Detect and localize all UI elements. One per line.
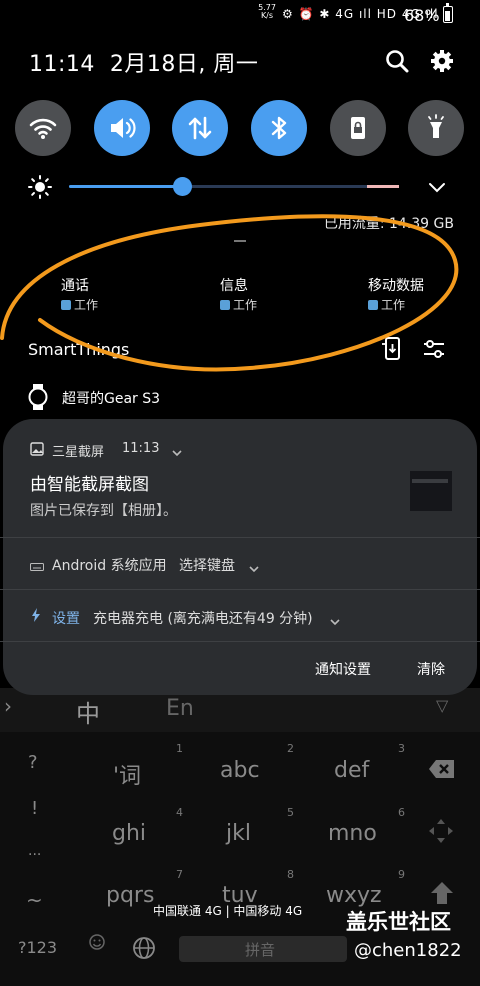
cursor-move-icon[interactable] — [428, 818, 454, 848]
key-5[interactable]: jkl — [226, 821, 251, 846]
image-icon — [30, 441, 44, 460]
brightness-slider-thumb[interactable] — [173, 177, 192, 196]
divider — [0, 537, 480, 538]
gear-device-label[interactable]: 超哥的Gear S3 — [62, 388, 160, 408]
left-key-exclaim[interactable]: ! — [31, 798, 38, 819]
divider — [0, 641, 480, 642]
thumbnail-bar — [412, 479, 448, 483]
notification-time: 11:13 — [122, 441, 160, 456]
key-num: 3 — [398, 742, 405, 755]
expand-chevron-icon[interactable] — [329, 612, 341, 631]
key-num: 8 — [287, 868, 294, 881]
clear-button[interactable]: 清除 — [417, 659, 445, 679]
left-key-question[interactable]: ? — [28, 752, 38, 773]
key-num: 7 — [176, 868, 183, 881]
key-2[interactable]: abc — [220, 758, 260, 783]
chevron-down-icon[interactable] — [428, 180, 446, 199]
status-bar: 5.77 K/s ⚙ ⏰ ✱ 4G ıll HD 4G ıll 68% — [0, 0, 480, 30]
key-num: 2 — [287, 742, 294, 755]
notification-settings-button[interactable]: 通知设置 — [315, 659, 371, 679]
annotation-circle — [0, 214, 459, 372]
brightness-high-zone — [367, 185, 399, 188]
key-num: 6 — [398, 806, 405, 819]
notification-body: 图片已保存到【相册】。 — [30, 503, 177, 519]
notification-title[interactable]: 由智能截屏截图 — [30, 470, 149, 495]
watermark-title: 盖乐世社区 — [346, 910, 451, 934]
flashlight-toggle[interactable] — [408, 100, 464, 156]
speaker-icon — [111, 118, 136, 138]
key-6[interactable]: mno — [328, 821, 377, 846]
key-num: 4 — [176, 806, 183, 819]
key-num: 9 — [398, 868, 405, 881]
key-4[interactable]: ghi — [112, 821, 146, 846]
expand-chevron-icon[interactable] — [248, 559, 260, 578]
brightness-icon — [28, 175, 52, 203]
backspace-icon[interactable] — [428, 758, 456, 784]
left-key-tilde[interactable]: ~ — [26, 888, 43, 912]
bluetooth-toggle[interactable] — [251, 100, 307, 156]
key-num: 5 — [287, 806, 294, 819]
android-app-name: Android 系统应用 — [52, 558, 167, 574]
notification-app-name: 三星截屏 — [52, 445, 105, 460]
battery-percent: 68% — [404, 6, 440, 25]
carrier-label: 中国联通 4G | 中国移动 4G — [153, 904, 303, 918]
space-key-label: 拼音 — [245, 941, 276, 959]
keyboard-menu-icon[interactable]: ▽ — [436, 696, 448, 715]
expand-chevron-icon[interactable] — [171, 443, 183, 462]
android-notification-text[interactable]: 选择键盘 — [179, 555, 235, 575]
symbol-key[interactable]: ?123 — [18, 938, 57, 957]
battery-icon — [443, 3, 453, 23]
key-num: 1 — [176, 742, 183, 755]
screenshot-thumbnail[interactable] — [410, 471, 452, 511]
left-key-ellipsis[interactable]: ... — [28, 843, 41, 859]
key-7[interactable]: pqrs — [106, 883, 154, 908]
date: 2月18日, 周一 — [109, 52, 259, 77]
charging-notification-text[interactable]: 充电器充电 (离充满电还有49 分钟) — [93, 608, 313, 628]
lock-rotation-icon — [351, 117, 365, 139]
key-1[interactable]: '词 — [113, 758, 141, 790]
wifi-icon — [29, 118, 57, 139]
search-icon[interactable] — [382, 46, 412, 76]
clock: 11:14 — [29, 52, 95, 77]
globe-icon[interactable] — [132, 936, 156, 964]
emoji-icon[interactable] — [88, 933, 106, 955]
wifi-toggle[interactable] — [15, 100, 71, 156]
mobile-data-toggle[interactable] — [172, 100, 228, 156]
sound-toggle[interactable] — [94, 100, 150, 156]
key-9[interactable]: wxyz — [326, 883, 382, 908]
lightning-icon — [31, 607, 41, 626]
watermark-user: @chen1822 — [354, 940, 462, 961]
lang-en-key[interactable]: En — [166, 696, 194, 721]
date-time: 11:14 2月18日, 周一 — [29, 46, 258, 78]
network-speed-unit: K/s — [260, 11, 274, 20]
gear-icon[interactable] — [427, 46, 457, 76]
screen-lock-toggle[interactable] — [330, 100, 386, 156]
flashlight-icon — [428, 114, 444, 138]
settings-app-name: 设置 — [52, 611, 80, 627]
data-arrows-icon — [188, 116, 212, 140]
keyboard-icon — [30, 557, 44, 576]
keyboard-collapse-icon[interactable]: › — [4, 694, 12, 718]
bluetooth-icon — [271, 116, 287, 140]
brightness-fill — [69, 185, 183, 188]
divider — [0, 589, 480, 590]
network-speed: 5.77 K/s — [258, 4, 276, 20]
key-3[interactable]: def — [334, 758, 369, 783]
lang-cn-key[interactable]: 中 — [76, 694, 100, 729]
